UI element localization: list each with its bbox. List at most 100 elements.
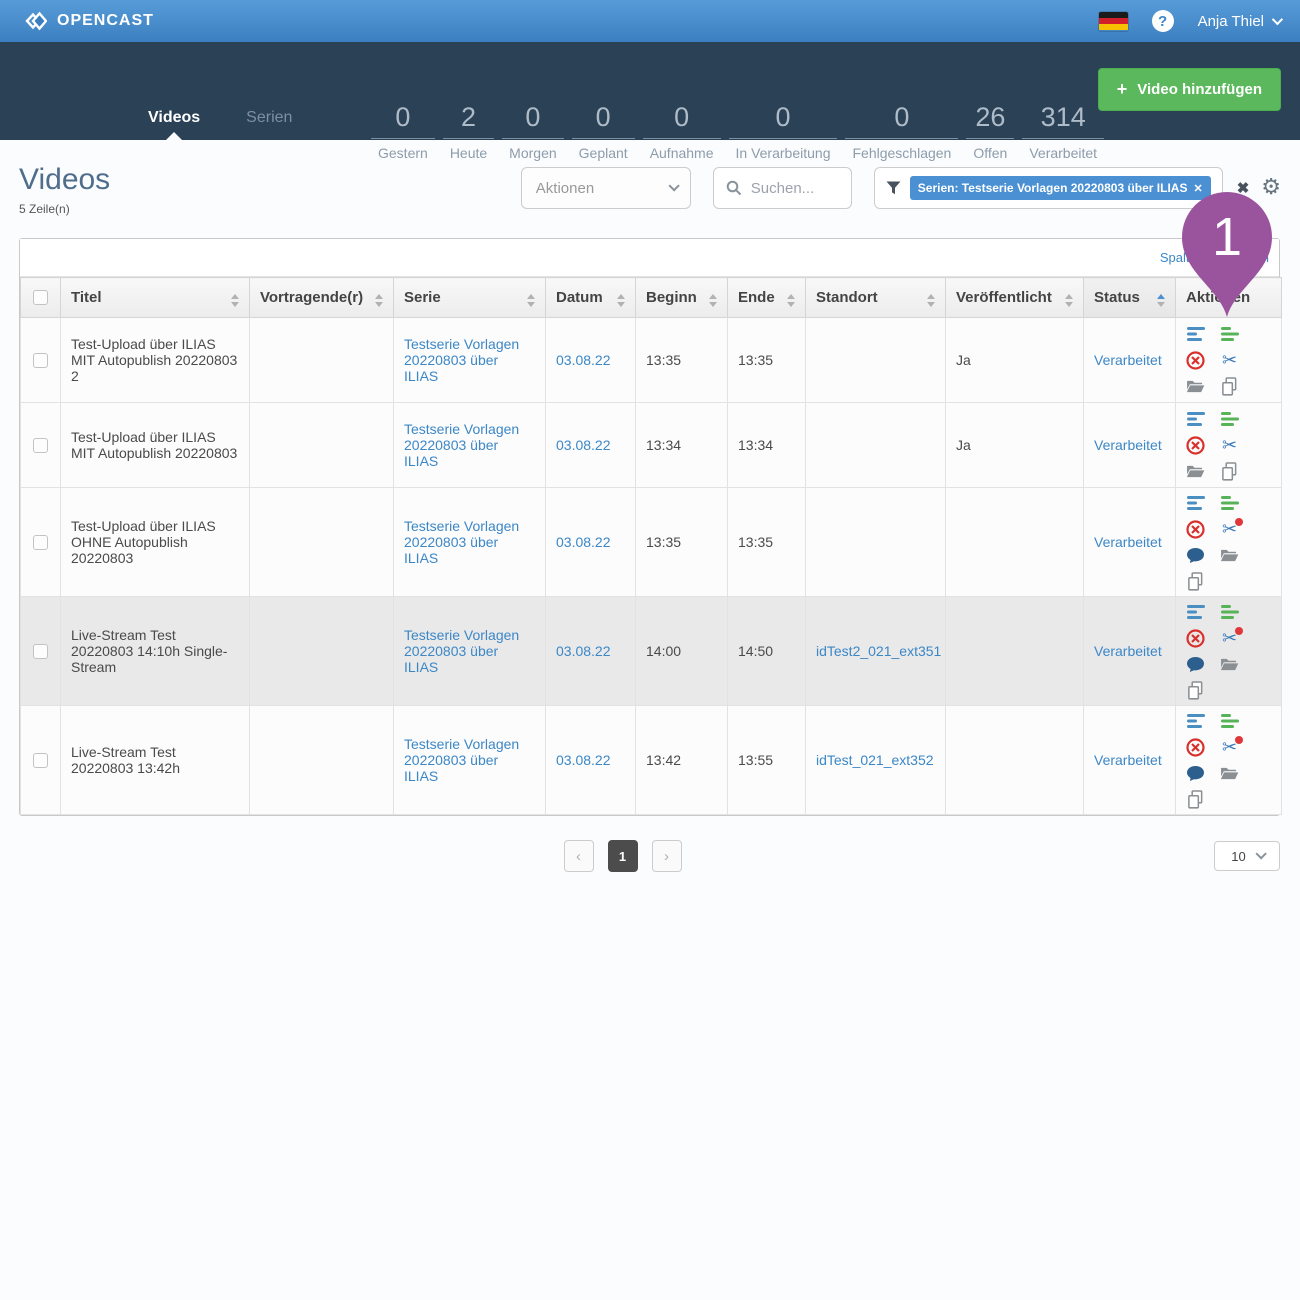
video-editor-marked-icon[interactable]: ✂ bbox=[1220, 520, 1239, 538]
event-details-icon[interactable] bbox=[1186, 325, 1205, 343]
sort-icons[interactable] bbox=[1157, 294, 1165, 307]
comments-icon[interactable] bbox=[1186, 764, 1205, 782]
sort-icons[interactable] bbox=[617, 294, 625, 307]
published-list-icon[interactable] bbox=[1220, 712, 1239, 730]
video-editor-marked-icon[interactable]: ✂ bbox=[1220, 738, 1239, 756]
event-details-icon[interactable] bbox=[1186, 712, 1205, 730]
row-checkbox[interactable] bbox=[33, 753, 48, 768]
row-checkbox[interactable] bbox=[33, 644, 48, 659]
stat-in-verarbeitung[interactable]: 0 In Verarbeitung bbox=[729, 102, 838, 161]
status-link[interactable]: Verarbeitet bbox=[1094, 643, 1162, 659]
add-video-button[interactable]: + Video hinzufügen bbox=[1098, 68, 1281, 111]
date-link[interactable]: 03.08.22 bbox=[556, 643, 611, 659]
duplicate-icon[interactable] bbox=[1186, 572, 1205, 590]
sort-icons[interactable] bbox=[527, 294, 535, 307]
search-input[interactable] bbox=[751, 180, 836, 197]
series-link[interactable]: Testserie Vorlagen 20220803 über ILIAS bbox=[404, 336, 519, 384]
comments-icon[interactable] bbox=[1186, 546, 1205, 564]
duplicate-icon[interactable] bbox=[1186, 681, 1205, 699]
published-list-icon[interactable] bbox=[1220, 410, 1239, 428]
sort-icons[interactable] bbox=[787, 294, 795, 307]
filter-chip-series[interactable]: Serien: Testserie Vorlagen 20220803 über… bbox=[910, 176, 1211, 200]
date-link[interactable]: 03.08.22 bbox=[556, 752, 611, 768]
published-list-icon[interactable] bbox=[1220, 494, 1239, 512]
language-flag-german[interactable] bbox=[1099, 12, 1128, 31]
row-checkbox[interactable] bbox=[33, 438, 48, 453]
column-header-serie[interactable]: Serie bbox=[394, 278, 546, 318]
column-header-veroeffentlicht[interactable]: Veröffentlicht bbox=[946, 278, 1084, 318]
duplicate-icon[interactable] bbox=[1186, 790, 1205, 808]
sort-icons[interactable] bbox=[375, 294, 383, 307]
column-header-datum[interactable]: Datum bbox=[546, 278, 636, 318]
delete-icon[interactable] bbox=[1186, 738, 1205, 756]
sort-icons[interactable] bbox=[709, 294, 717, 307]
duplicate-icon[interactable] bbox=[1220, 377, 1239, 395]
stat-geplant[interactable]: 0 Geplant bbox=[572, 102, 635, 161]
stat-morgen[interactable]: 0 Morgen bbox=[502, 102, 563, 161]
column-header-ende[interactable]: Ende bbox=[728, 278, 806, 318]
date-link[interactable]: 03.08.22 bbox=[556, 352, 611, 368]
chip-close-icon[interactable]: ✕ bbox=[1193, 182, 1202, 195]
series-link[interactable]: Testserie Vorlagen 20220803 über ILIAS bbox=[404, 421, 519, 469]
pagination-page-1[interactable]: 1 bbox=[608, 840, 638, 872]
help-icon[interactable]: ? bbox=[1152, 10, 1174, 32]
stat-verarbeitet[interactable]: 314 Verarbeitet bbox=[1022, 102, 1104, 161]
delete-icon[interactable] bbox=[1186, 520, 1205, 538]
user-menu[interactable]: Anja Thiel bbox=[1198, 13, 1280, 30]
pagination-prev-button[interactable]: ‹ bbox=[564, 840, 594, 872]
delete-icon[interactable] bbox=[1186, 351, 1205, 369]
tab-serien[interactable]: Serien bbox=[246, 109, 292, 129]
status-link[interactable]: Verarbeitet bbox=[1094, 437, 1162, 453]
video-editor-marked-icon[interactable]: ✂ bbox=[1220, 629, 1239, 647]
column-header-status[interactable]: Status bbox=[1084, 278, 1176, 318]
edit-columns-link[interactable]: Spalten bearbeiten bbox=[1160, 250, 1269, 265]
event-details-icon[interactable] bbox=[1186, 494, 1205, 512]
assets-folder-icon[interactable] bbox=[1220, 655, 1239, 673]
column-header-vortragende[interactable]: Vortragende(r) bbox=[250, 278, 394, 318]
filter-funnel-icon[interactable] bbox=[886, 181, 901, 195]
page-size-select[interactable]: 10 bbox=[1214, 841, 1280, 871]
assets-folder-icon[interactable] bbox=[1220, 546, 1239, 564]
sort-icons[interactable] bbox=[231, 294, 239, 307]
series-link[interactable]: Testserie Vorlagen 20220803 über ILIAS bbox=[404, 518, 519, 566]
video-editor-icon[interactable]: ✂ bbox=[1220, 351, 1239, 369]
select-all-checkbox[interactable] bbox=[33, 290, 48, 305]
date-link[interactable]: 03.08.22 bbox=[556, 437, 611, 453]
stat-gestern[interactable]: 0 Gestern bbox=[371, 102, 435, 161]
location-link[interactable]: idTest2_021_ext351 bbox=[816, 643, 941, 659]
event-details-icon[interactable] bbox=[1186, 410, 1205, 428]
duplicate-icon[interactable] bbox=[1220, 462, 1239, 480]
column-header-titel[interactable]: Titel bbox=[61, 278, 250, 318]
stat-fehlgeschlagen[interactable]: 0 Fehlgeschlagen bbox=[845, 102, 958, 161]
status-link[interactable]: Verarbeitet bbox=[1094, 752, 1162, 768]
row-checkbox[interactable] bbox=[33, 535, 48, 550]
assets-folder-icon[interactable] bbox=[1220, 764, 1239, 782]
stat-aufnahme[interactable]: 0 Aufnahme bbox=[643, 102, 721, 161]
video-editor-icon[interactable]: ✂ bbox=[1220, 436, 1239, 454]
sort-icons[interactable] bbox=[1065, 294, 1073, 307]
assets-folder-icon[interactable] bbox=[1186, 462, 1205, 480]
column-header-beginn[interactable]: Beginn bbox=[636, 278, 728, 318]
series-link[interactable]: Testserie Vorlagen 20220803 über ILIAS bbox=[404, 736, 519, 784]
delete-icon[interactable] bbox=[1186, 629, 1205, 647]
published-list-icon[interactable] bbox=[1220, 325, 1239, 343]
series-link[interactable]: Testserie Vorlagen 20220803 über ILIAS bbox=[404, 627, 519, 675]
published-list-icon[interactable] bbox=[1220, 603, 1239, 621]
tab-videos[interactable]: Videos bbox=[148, 109, 200, 129]
delete-icon[interactable] bbox=[1186, 436, 1205, 454]
clear-filters-icon[interactable]: ✖ bbox=[1237, 179, 1250, 197]
stat-offen[interactable]: 26 Offen bbox=[966, 102, 1014, 161]
gear-icon[interactable]: ⚙ bbox=[1261, 176, 1281, 198]
event-details-icon[interactable] bbox=[1186, 603, 1205, 621]
assets-folder-icon[interactable] bbox=[1186, 377, 1205, 395]
stat-heute[interactable]: 2 Heute bbox=[443, 102, 494, 161]
sort-icons[interactable] bbox=[927, 294, 935, 307]
date-link[interactable]: 03.08.22 bbox=[556, 534, 611, 550]
status-link[interactable]: Verarbeitet bbox=[1094, 352, 1162, 368]
row-checkbox[interactable] bbox=[33, 353, 48, 368]
location-link[interactable]: idTest_021_ext352 bbox=[816, 752, 934, 768]
actions-dropdown[interactable]: Aktionen bbox=[521, 167, 691, 209]
pagination-next-button[interactable]: › bbox=[652, 840, 682, 872]
comments-icon[interactable] bbox=[1186, 655, 1205, 673]
search-box[interactable] bbox=[713, 167, 852, 209]
